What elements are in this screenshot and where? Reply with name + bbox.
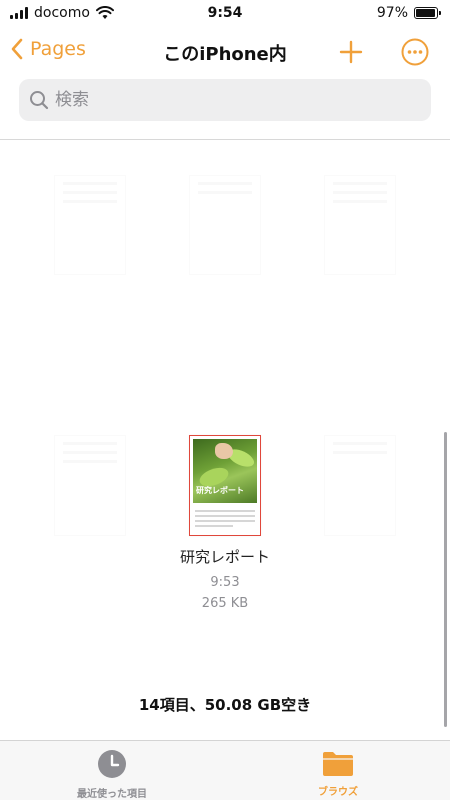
tab-label: ブラウズ: [318, 787, 358, 798]
scrollbar[interactable]: [444, 432, 447, 727]
divider: [0, 139, 450, 140]
file-item[interactable]: [155, 175, 295, 285]
file-time: 9:53: [210, 574, 240, 590]
file-thumbnail: [324, 175, 396, 275]
thumbnail-photo: 研究レポート: [193, 439, 257, 503]
battery-fill: [416, 9, 436, 17]
nav-bar: Pages このiPhone内: [0, 30, 450, 74]
file-thumbnail: [54, 435, 126, 536]
file-item[interactable]: [290, 175, 430, 285]
tab-bar: 最近使った項目 ブラウズ: [0, 740, 450, 800]
file-item[interactable]: [20, 435, 160, 546]
search-icon: [30, 91, 49, 110]
thumbnail-label: 研究レポート: [196, 486, 244, 495]
add-button[interactable]: [338, 39, 364, 65]
file-thumbnail: [54, 175, 126, 275]
search-field[interactable]: [19, 79, 431, 121]
file-item[interactable]: [290, 435, 430, 546]
tab-recent[interactable]: 最近使った項目: [42, 749, 182, 800]
battery-percent: 97%: [376, 5, 408, 21]
status-left: docomo: [10, 5, 114, 21]
status-time: 9:54: [207, 5, 243, 21]
wifi-icon: [95, 6, 114, 19]
file-item-research-report[interactable]: 研究レポート 研究レポート 9:53 265 KB: [155, 435, 295, 611]
battery-icon: [414, 7, 441, 19]
carrier-label: docomo: [34, 5, 90, 21]
file-size: 265 KB: [201, 595, 249, 611]
file-thumbnail: [189, 175, 261, 275]
folder-icon: [323, 752, 353, 776]
search-input[interactable]: [55, 90, 415, 110]
thumbnail-text-lines: [193, 503, 257, 527]
status-bar: docomo 9:54 97%: [0, 0, 450, 26]
file-name: 研究レポート: [179, 548, 270, 566]
tab-label: 最近使った項目: [77, 789, 147, 800]
page-title: このiPhone内: [163, 44, 287, 65]
status-right: 97%: [376, 5, 441, 21]
signal-icon: [10, 7, 28, 19]
more-options-button[interactable]: [401, 38, 429, 66]
file-thumbnail: [324, 435, 396, 536]
file-item[interactable]: [20, 175, 160, 285]
tab-browse[interactable]: ブラウズ: [268, 749, 408, 798]
clock-icon: [98, 750, 126, 778]
storage-info: 14項目、50.08 GB空き: [138, 696, 312, 714]
file-thumbnail: 研究レポート: [189, 435, 261, 536]
